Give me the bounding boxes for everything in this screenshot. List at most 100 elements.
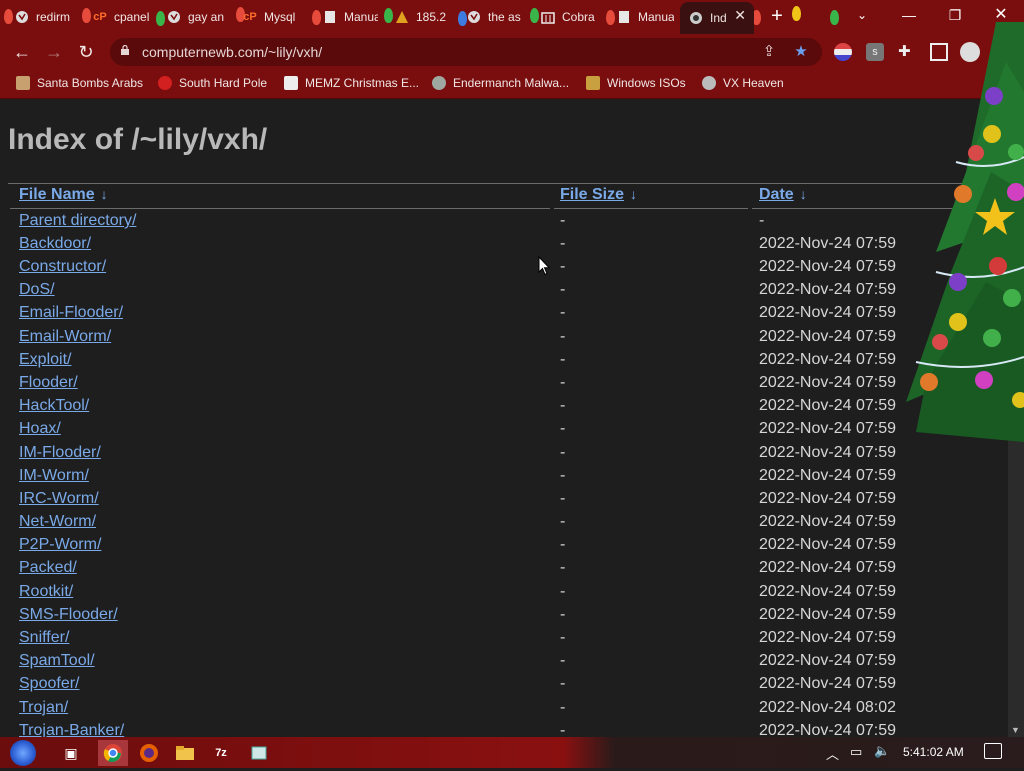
entry-date: 2022-Nov-24 07:59: [759, 536, 896, 553]
taskbar-clock[interactable]: 5:41:02 AM: [903, 745, 964, 759]
tab-manua-2[interactable]: Manua: [616, 4, 674, 30]
forward-button[interactable]: →: [42, 40, 66, 64]
network-icon[interactable]: ▭: [850, 744, 862, 760]
entry-size: -: [560, 536, 566, 553]
bookmark-endermanch[interactable]: Endermanch Malwa...: [432, 76, 569, 90]
entry-link[interactable]: Email-Worm/: [19, 328, 111, 346]
entry-link[interactable]: IM-Worm/: [19, 467, 89, 485]
task-view-icon[interactable]: ▣: [60, 740, 82, 766]
entry-link[interactable]: P2P-Worm/: [19, 536, 101, 554]
figure-icon: [586, 76, 600, 90]
new-tab-button[interactable]: +: [767, 6, 787, 27]
table-row: Hoax/ - 2022-Nov-24 07:59: [8, 418, 998, 441]
entry-date: 2022-Nov-24 07:59: [759, 374, 896, 391]
warning-icon: [394, 9, 410, 25]
entry-link[interactable]: IRC-Worm/: [19, 490, 99, 508]
entry-link[interactable]: Trojan-Banker/: [19, 722, 124, 737]
entry-link[interactable]: Constructor/: [19, 258, 106, 276]
entry-date: 2022-Nov-24 07:59: [759, 235, 896, 252]
tab-search-button[interactable]: ⌄: [840, 0, 884, 30]
bookmark-star-icon[interactable]: ★: [792, 43, 810, 61]
table-row: SMS-Flooder/ - 2022-Nov-24 07:59: [8, 604, 998, 627]
tab-gay-an[interactable]: gay an: [166, 4, 228, 30]
entry-link[interactable]: Flooder/: [19, 374, 78, 392]
entry-link[interactable]: Packed/: [19, 559, 77, 577]
bookmark-label: Endermanch Malwa...: [453, 76, 570, 90]
start-orb-icon[interactable]: [10, 740, 36, 766]
directory-listing: File Name ↓ File Size ↓ Date ↓ Parent direc…: [8, 183, 1000, 737]
extension-s-icon[interactable]: s: [866, 43, 884, 61]
chrome-icon[interactable]: [98, 740, 128, 766]
address-bar[interactable]: computernewb.com/~lily/vxh/ ⇪ ★: [110, 38, 822, 66]
light-bulb-decoration: [384, 8, 393, 23]
entry-link[interactable]: HackTool/: [19, 397, 89, 415]
entry-size: -: [560, 652, 566, 669]
vx-icon: [702, 76, 716, 90]
column-header-file-name[interactable]: File Name ↓: [19, 186, 108, 208]
entry-size: -: [560, 444, 566, 461]
table-row: Parent directory/ - -: [8, 210, 998, 233]
extension-flag-icon[interactable]: [834, 43, 852, 61]
bookmark-santa-bombs-arabs[interactable]: Santa Bombs Arabs: [16, 76, 143, 90]
table-row: Email-Worm/ - 2022-Nov-24 07:59: [8, 326, 998, 349]
table-row: IM-Flooder/ - 2022-Nov-24 07:59: [8, 442, 998, 465]
firefox-icon[interactable]: [136, 740, 162, 766]
entry-link[interactable]: Email-Flooder/: [19, 304, 123, 322]
bookmark-south-hard-pole[interactable]: South Hard Pole: [158, 76, 267, 90]
scroll-down-arrow-icon[interactable]: ▼: [1011, 725, 1020, 735]
bookmark-vx-heaven[interactable]: VX Heaven: [702, 76, 784, 90]
entry-date: 2022-Nov-24 07:59: [759, 444, 896, 461]
table-row: Trojan-Banker/ - 2022-Nov-24 07:59: [8, 720, 998, 737]
entry-link[interactable]: SMS-Flooder/: [19, 606, 118, 624]
bookmark-windows-isos[interactable]: Windows ISOs: [586, 76, 686, 90]
figure-icon: [16, 76, 30, 90]
tab-manua[interactable]: Manua: [322, 4, 378, 30]
christmas-tree-decoration: [906, 22, 1024, 442]
column-header-file-size[interactable]: File Size ↓: [560, 186, 637, 208]
entry-link[interactable]: Exploit/: [19, 351, 71, 369]
entry-size: -: [560, 420, 566, 437]
entry-size: -: [560, 699, 566, 716]
entry-link[interactable]: Rootkit/: [19, 583, 73, 601]
bookmark-memz[interactable]: MEMZ Christmas E...: [284, 76, 419, 90]
entry-link[interactable]: Net-Worm/: [19, 513, 96, 531]
share-icon[interactable]: ⇪: [760, 43, 778, 61]
notepad-app-icon[interactable]: [246, 740, 272, 766]
sort-date-link[interactable]: Date: [759, 186, 794, 203]
entry-link[interactable]: SpamTool/: [19, 652, 95, 670]
entry-link[interactable]: IM-Flooder/: [19, 444, 101, 462]
sort-file-size-link[interactable]: File Size: [560, 186, 624, 203]
table-row: SpamTool/ - 2022-Nov-24 07:59: [8, 650, 998, 673]
file-explorer-icon[interactable]: [172, 740, 198, 766]
entry-link[interactable]: Backdoor/: [19, 235, 91, 253]
tab-cobra[interactable]: Cobra: [540, 4, 604, 30]
close-tab-icon[interactable]: ✕: [734, 7, 746, 24]
entry-date: 2022-Nov-24 07:59: [759, 629, 896, 646]
tab-185[interactable]: 185.2: [394, 4, 454, 30]
reload-button[interactable]: ↻: [74, 40, 98, 64]
column-header-date[interactable]: Date ↓: [759, 186, 807, 208]
entry-link[interactable]: Spoofer/: [19, 675, 79, 693]
tab-redirm[interactable]: redirm: [14, 4, 78, 30]
entry-link[interactable]: DoS/: [19, 281, 55, 299]
entry-date: 2022-Nov-24 07:59: [759, 513, 896, 530]
entry-link[interactable]: Parent directory/: [19, 212, 136, 230]
entry-link[interactable]: Sniffer/: [19, 629, 69, 647]
tab-mysql[interactable]: cP Mysql: [242, 4, 306, 30]
tab-cpanel[interactable]: cP cpanel: [92, 4, 154, 30]
doc-icon: [322, 9, 338, 25]
entry-link[interactable]: Trojan/: [19, 699, 68, 717]
tab-label: Cobra: [562, 10, 595, 24]
entry-link[interactable]: Hoax/: [19, 420, 61, 438]
entry-size: -: [560, 675, 566, 692]
volume-icon[interactable]: 🔈: [874, 743, 890, 759]
notification-icon[interactable]: [984, 743, 1002, 759]
sort-arrow-icon: ↓: [630, 186, 638, 202]
tab-index-active[interactable]: Ind ✕: [680, 2, 754, 34]
entry-date: -: [759, 212, 765, 229]
7zip-icon[interactable]: 7z: [208, 740, 234, 766]
tab-the-as[interactable]: the as: [466, 4, 528, 30]
chevron-up-icon[interactable]: ︿: [826, 744, 839, 763]
sort-file-name-link[interactable]: File Name: [19, 186, 95, 203]
back-button[interactable]: ←: [10, 40, 34, 64]
